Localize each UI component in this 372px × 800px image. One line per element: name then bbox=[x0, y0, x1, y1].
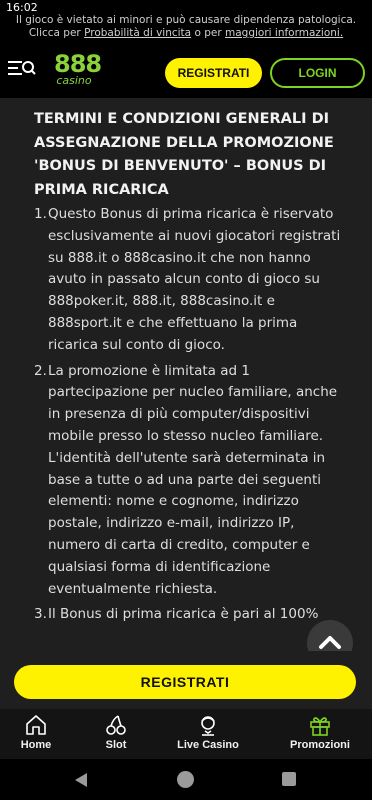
disclaimer-prefix: Clicca per bbox=[28, 27, 85, 39]
terms-item: 2. La promozione è limitata ad 1 parteci… bbox=[34, 361, 344, 601]
login-button[interactable]: LOGIN bbox=[270, 58, 365, 88]
odds-link[interactable]: Probabilità di vincita bbox=[84, 27, 191, 39]
terms-list: 1. Questo Bonus di prima ricarica è rise… bbox=[34, 204, 344, 626]
dealer-icon bbox=[201, 716, 215, 736]
terms-item-text: La promozione è limitata ad 1 partecipaz… bbox=[48, 362, 338, 597]
register-button-header[interactable]: REGISTRATI bbox=[165, 58, 262, 88]
disclaimer-line-2: Clicca per Probabilità di vincita o per … bbox=[0, 27, 372, 40]
header: 888 casino REGISTRATI LOGIN bbox=[0, 42, 372, 98]
legal-disclaimer: Il gioco è vietato ai minori e può causa… bbox=[0, 14, 372, 42]
nav-item-promozioni[interactable]: Promozioni bbox=[286, 709, 354, 759]
terms-item-text: Questo Bonus di prima ricarica è riserva… bbox=[48, 206, 341, 353]
home-icon bbox=[26, 715, 46, 735]
888casino-logo[interactable]: 888 casino bbox=[54, 50, 102, 90]
status-bar: 16:02 bbox=[0, 0, 372, 14]
status-time: 16:02 bbox=[6, 1, 38, 14]
nav-label-slot: Slot bbox=[105, 739, 127, 751]
terms-content[interactable]: TERMINI E CONDIZIONI GENERALI DI ASSEGNA… bbox=[0, 98, 372, 651]
nav-item-slot[interactable]: Slot bbox=[94, 709, 138, 759]
terms-item-number: 3. bbox=[34, 606, 47, 623]
menu-search-icon bbox=[8, 61, 36, 75]
nav-item-home[interactable]: Home bbox=[14, 709, 58, 759]
system-back-button[interactable] bbox=[74, 772, 88, 793]
terms-item-number: 2. bbox=[34, 362, 47, 379]
system-nav-bar bbox=[0, 759, 372, 800]
logo-888-text: 888 bbox=[54, 50, 102, 78]
cherries-icon bbox=[106, 715, 126, 735]
system-home-button[interactable] bbox=[177, 771, 194, 788]
terms-title: TERMINI E CONDIZIONI GENERALI DI ASSEGNA… bbox=[34, 111, 334, 198]
disclaimer-line-1: Il gioco è vietato ai minori e può causa… bbox=[15, 14, 357, 26]
nav-label-promozioni: Promozioni bbox=[290, 739, 350, 751]
gift-icon bbox=[310, 717, 330, 736]
terms-item: 1. Questo Bonus di prima ricarica è rise… bbox=[34, 204, 344, 357]
bottom-nav: Home Slot Live Casino Promozioni bbox=[0, 709, 372, 759]
nav-label-home: Home bbox=[20, 739, 52, 751]
menu-search-button[interactable] bbox=[8, 58, 36, 80]
terms-item-number: 1. bbox=[34, 206, 47, 222]
logo-casino-text: casino bbox=[56, 74, 92, 87]
system-recents-button[interactable] bbox=[282, 772, 296, 786]
terms-item-text: Il Bonus di prima ricarica è pari al 100… bbox=[48, 606, 319, 623]
register-button-bottom[interactable]: REGISTRATI bbox=[14, 665, 356, 699]
terms-item: 3. Il Bonus di prima ricarica è pari al … bbox=[34, 604, 344, 626]
cta-bar: REGISTRATI bbox=[0, 651, 372, 709]
nav-label-live-casino: Live Casino bbox=[177, 739, 239, 751]
nav-item-live-casino[interactable]: Live Casino bbox=[172, 709, 244, 759]
more-info-link[interactable]: maggiori informazioni. bbox=[225, 27, 343, 39]
back-triangle-icon bbox=[75, 773, 87, 787]
disclaimer-middle: o per bbox=[191, 27, 225, 39]
